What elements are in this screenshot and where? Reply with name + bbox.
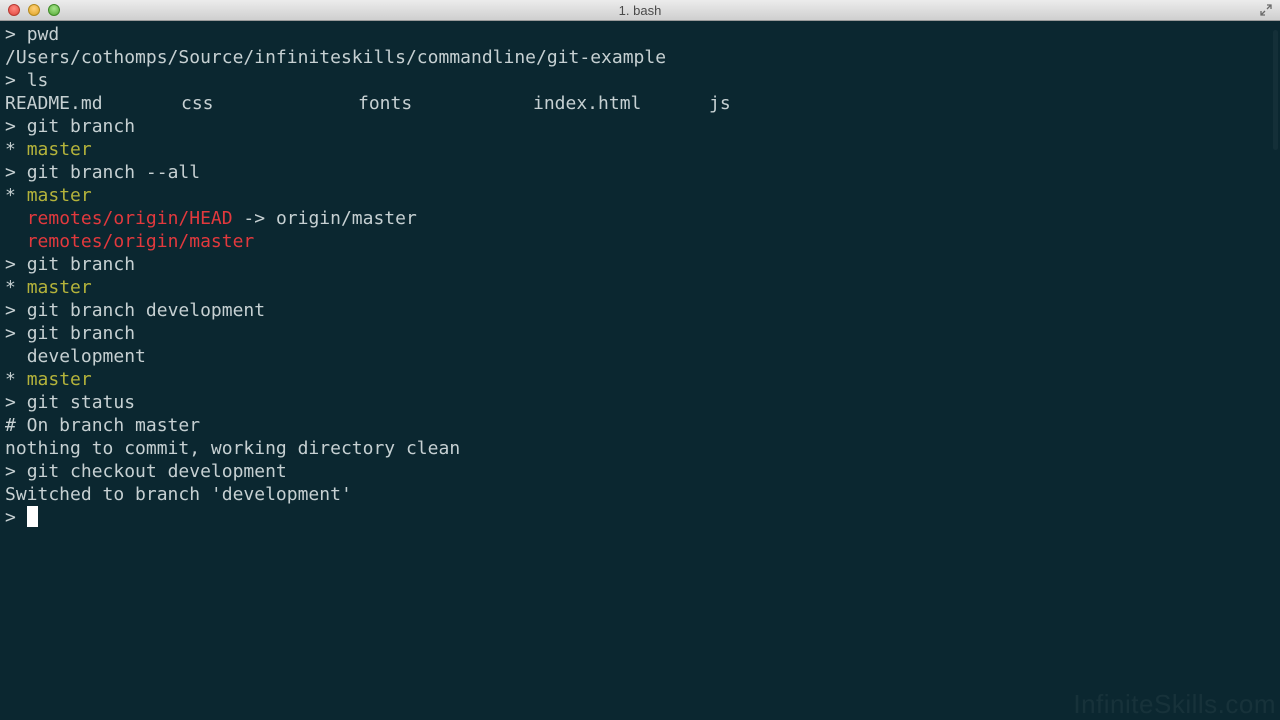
current-branch-marker: * <box>5 185 16 206</box>
prompt: > <box>5 254 16 275</box>
terminal-line: > git branch <box>5 322 1270 345</box>
ls-entry: css <box>181 93 214 114</box>
prompt: > <box>5 392 16 413</box>
terminal-line: > pwd <box>5 23 1270 46</box>
terminal-line: /Users/cothomps/Source/infiniteskills/co… <box>5 46 1270 69</box>
branch: development <box>26 346 146 367</box>
command-text: pwd <box>26 24 60 45</box>
output-text: nothing to commit, working directory cle… <box>5 438 461 459</box>
window-title: 1. bash <box>618 3 662 18</box>
current-branch-marker: * <box>5 369 16 390</box>
current-branch: master <box>26 277 92 298</box>
terminal-line: * master <box>5 368 1270 391</box>
terminal-line: remotes/origin/master <box>5 230 1270 253</box>
terminal-output[interactable]: > pwd /Users/cothomps/Source/infiniteski… <box>5 23 1270 720</box>
current-branch: master <box>26 185 92 206</box>
ls-entry: js <box>709 93 731 114</box>
terminal-line: > git branch --all <box>5 161 1270 184</box>
title-bar[interactable]: 1. bash <box>0 0 1280 21</box>
terminal-window: 1. bash > pwd /Users/cothomps/Source/inf… <box>0 0 1280 720</box>
output-text: # On branch master <box>5 415 201 436</box>
ls-output: README.md css fonts index.html js <box>5 92 1270 115</box>
terminal-line: # On branch master <box>5 414 1270 437</box>
current-branch-marker: * <box>5 277 16 298</box>
output-text: /Users/cothomps/Source/infiniteskills/co… <box>5 47 667 68</box>
ls-entry: README.md <box>5 93 103 114</box>
current-branch: master <box>26 139 92 160</box>
remote-head-target: -> origin/master <box>232 208 417 229</box>
terminal-line: Switched to branch 'development' <box>5 483 1270 506</box>
prompt: > <box>5 323 16 344</box>
terminal-line: > git status <box>5 391 1270 414</box>
command-text: git branch <box>26 254 136 275</box>
terminal-line: nothing to commit, working directory cle… <box>5 437 1270 460</box>
terminal-line: * master <box>5 276 1270 299</box>
command-text: git status <box>26 392 136 413</box>
terminal-line: > ls <box>5 69 1270 92</box>
terminal-line: > git branch development <box>5 299 1270 322</box>
command-text: git branch development <box>26 300 266 321</box>
prompt: > <box>5 24 16 45</box>
fullscreen-icon[interactable] <box>1260 4 1272 16</box>
ls-entry: index.html <box>533 93 642 114</box>
current-branch-marker: * <box>5 139 16 160</box>
terminal-line: remotes/origin/HEAD -> origin/master <box>5 207 1270 230</box>
terminal-line: > git branch <box>5 115 1270 138</box>
terminal-line: development <box>5 345 1270 368</box>
command-text: git branch --all <box>26 162 201 183</box>
terminal-line: > git checkout development <box>5 460 1270 483</box>
prompt: > <box>5 507 16 528</box>
input-line[interactable]: > <box>5 506 1270 529</box>
command-text: git checkout development <box>26 461 287 482</box>
terminal-line: * master <box>5 138 1270 161</box>
prompt: > <box>5 162 16 183</box>
terminal-line: > git branch <box>5 253 1270 276</box>
terminal-line: * master <box>5 184 1270 207</box>
command-text: ls <box>26 70 49 91</box>
command-text: git branch <box>26 116 136 137</box>
prompt: > <box>5 116 16 137</box>
text-cursor <box>26 506 38 527</box>
output-text: Switched to branch 'development' <box>5 484 352 505</box>
watermark-logo: InfiniteSkills.com <box>1073 689 1276 719</box>
prompt: > <box>5 300 16 321</box>
prompt: > <box>5 461 16 482</box>
current-branch: master <box>26 369 92 390</box>
remote-branch: remotes/origin/HEAD <box>26 208 233 229</box>
scrollbar[interactable] <box>1273 30 1278 150</box>
prompt: > <box>5 70 16 91</box>
command-text: git branch <box>26 323 136 344</box>
ls-entry: fonts <box>358 93 413 114</box>
remote-branch: remotes/origin/master <box>26 231 255 252</box>
